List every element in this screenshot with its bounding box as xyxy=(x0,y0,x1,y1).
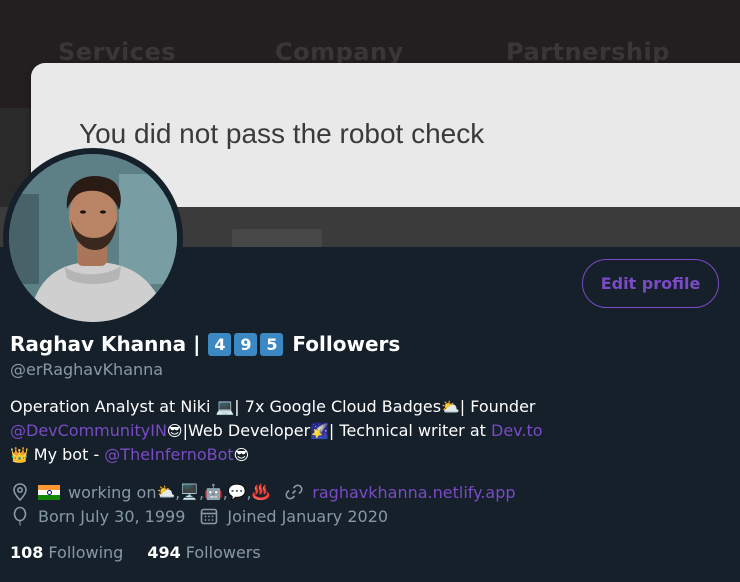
profile-meta-dates: Born July 30, 1999 Joined January 2020 xyxy=(10,504,388,528)
bio-text: | Technical writer at xyxy=(328,421,491,440)
bio-line-2: @DevCommunityIN😎|Web Developer🌠| Technic… xyxy=(10,419,610,443)
banner-tile xyxy=(232,229,322,247)
followers-count: 494 xyxy=(147,542,181,562)
shooting-star-icon: 🌠 xyxy=(310,422,329,440)
profile-bio: Operation Analyst at Niki 💻| 7x Google C… xyxy=(10,395,610,467)
birthday-text: Born July 30, 1999 xyxy=(38,506,186,526)
link-icon xyxy=(284,482,304,502)
following-link[interactable]: 108 Following xyxy=(10,543,123,562)
profile-name-suffix: Followers xyxy=(292,332,401,356)
hot-springs-icon: ♨️ xyxy=(251,483,271,501)
bio-line-1: Operation Analyst at Niki 💻| 7x Google C… xyxy=(10,395,610,419)
profile-name-row: Raghav Khanna | 4 9 5 Followers xyxy=(10,328,400,360)
location-text: working on xyxy=(68,482,157,502)
followers-link[interactable]: 494 Followers xyxy=(147,543,260,562)
joined-text: Joined January 2020 xyxy=(227,506,389,526)
bio-text: Operation Analyst at Niki xyxy=(10,397,216,416)
bio-text: | Founder xyxy=(459,397,536,416)
location-pin-icon xyxy=(10,482,30,502)
followers-label: Followers xyxy=(185,542,261,562)
desktop-computer-icon: 🖥️ xyxy=(180,483,199,501)
sunglasses-face-icon: 😎 xyxy=(233,446,250,464)
sunglasses-face-icon: 😎 xyxy=(166,422,183,440)
devcommunity-mention-link[interactable]: @DevCommunityIN xyxy=(10,421,167,440)
keycap-digit-icon: 4 xyxy=(208,332,232,356)
laptop-icon: 💻 xyxy=(215,398,235,416)
banner-card-text: You did not pass the robot check xyxy=(79,118,485,149)
robot-icon: 🤖 xyxy=(204,483,223,501)
bio-text: My bot - xyxy=(28,445,105,464)
keycap-digit-icon: 9 xyxy=(234,332,258,356)
devto-link[interactable]: Dev.to xyxy=(491,421,543,440)
avatar[interactable] xyxy=(9,154,177,322)
sun-cloud-icon: ⛅ xyxy=(156,483,176,501)
crown-icon: 👑 xyxy=(10,446,29,464)
profile-meta-location-website: working on ⛅, 🖥️, 🤖, 💬, ♨️ raghavkhanna.… xyxy=(10,480,516,504)
banner-nav-item: Partnership xyxy=(506,38,670,66)
bio-text: | 7x Google Cloud Badges xyxy=(234,397,442,416)
banner-nav-item: Services xyxy=(58,38,177,66)
follower-keycap-digits: 4 9 5 xyxy=(208,332,286,356)
india-flag-icon xyxy=(38,484,60,500)
bio-line-3: 👑 My bot - @TheInfernoBot😎 xyxy=(10,443,610,467)
website-link[interactable]: raghavkhanna.netlify.app xyxy=(312,483,515,502)
speech-bubble-icon: 💬 xyxy=(227,483,247,501)
avatar-photo xyxy=(9,154,177,322)
bio-text: |Web Developer xyxy=(182,421,311,440)
calendar-icon xyxy=(199,506,219,526)
infernobot-mention-link[interactable]: @TheInfernoBot xyxy=(104,445,233,464)
banner-nav-item: Company xyxy=(275,38,404,66)
balloon-icon xyxy=(10,506,30,526)
profile-name: Raghav Khanna | xyxy=(10,332,201,356)
follow-stats: 108 Following 494 Followers xyxy=(10,540,261,564)
edit-profile-button[interactable]: Edit profile xyxy=(582,259,719,308)
keycap-digit-icon: 5 xyxy=(260,332,284,356)
profile-handle: @erRaghavKhanna xyxy=(10,360,164,379)
following-label: Following xyxy=(48,542,124,562)
sun-cloud-icon: ⛅ xyxy=(441,398,460,416)
following-count: 108 xyxy=(10,542,44,562)
